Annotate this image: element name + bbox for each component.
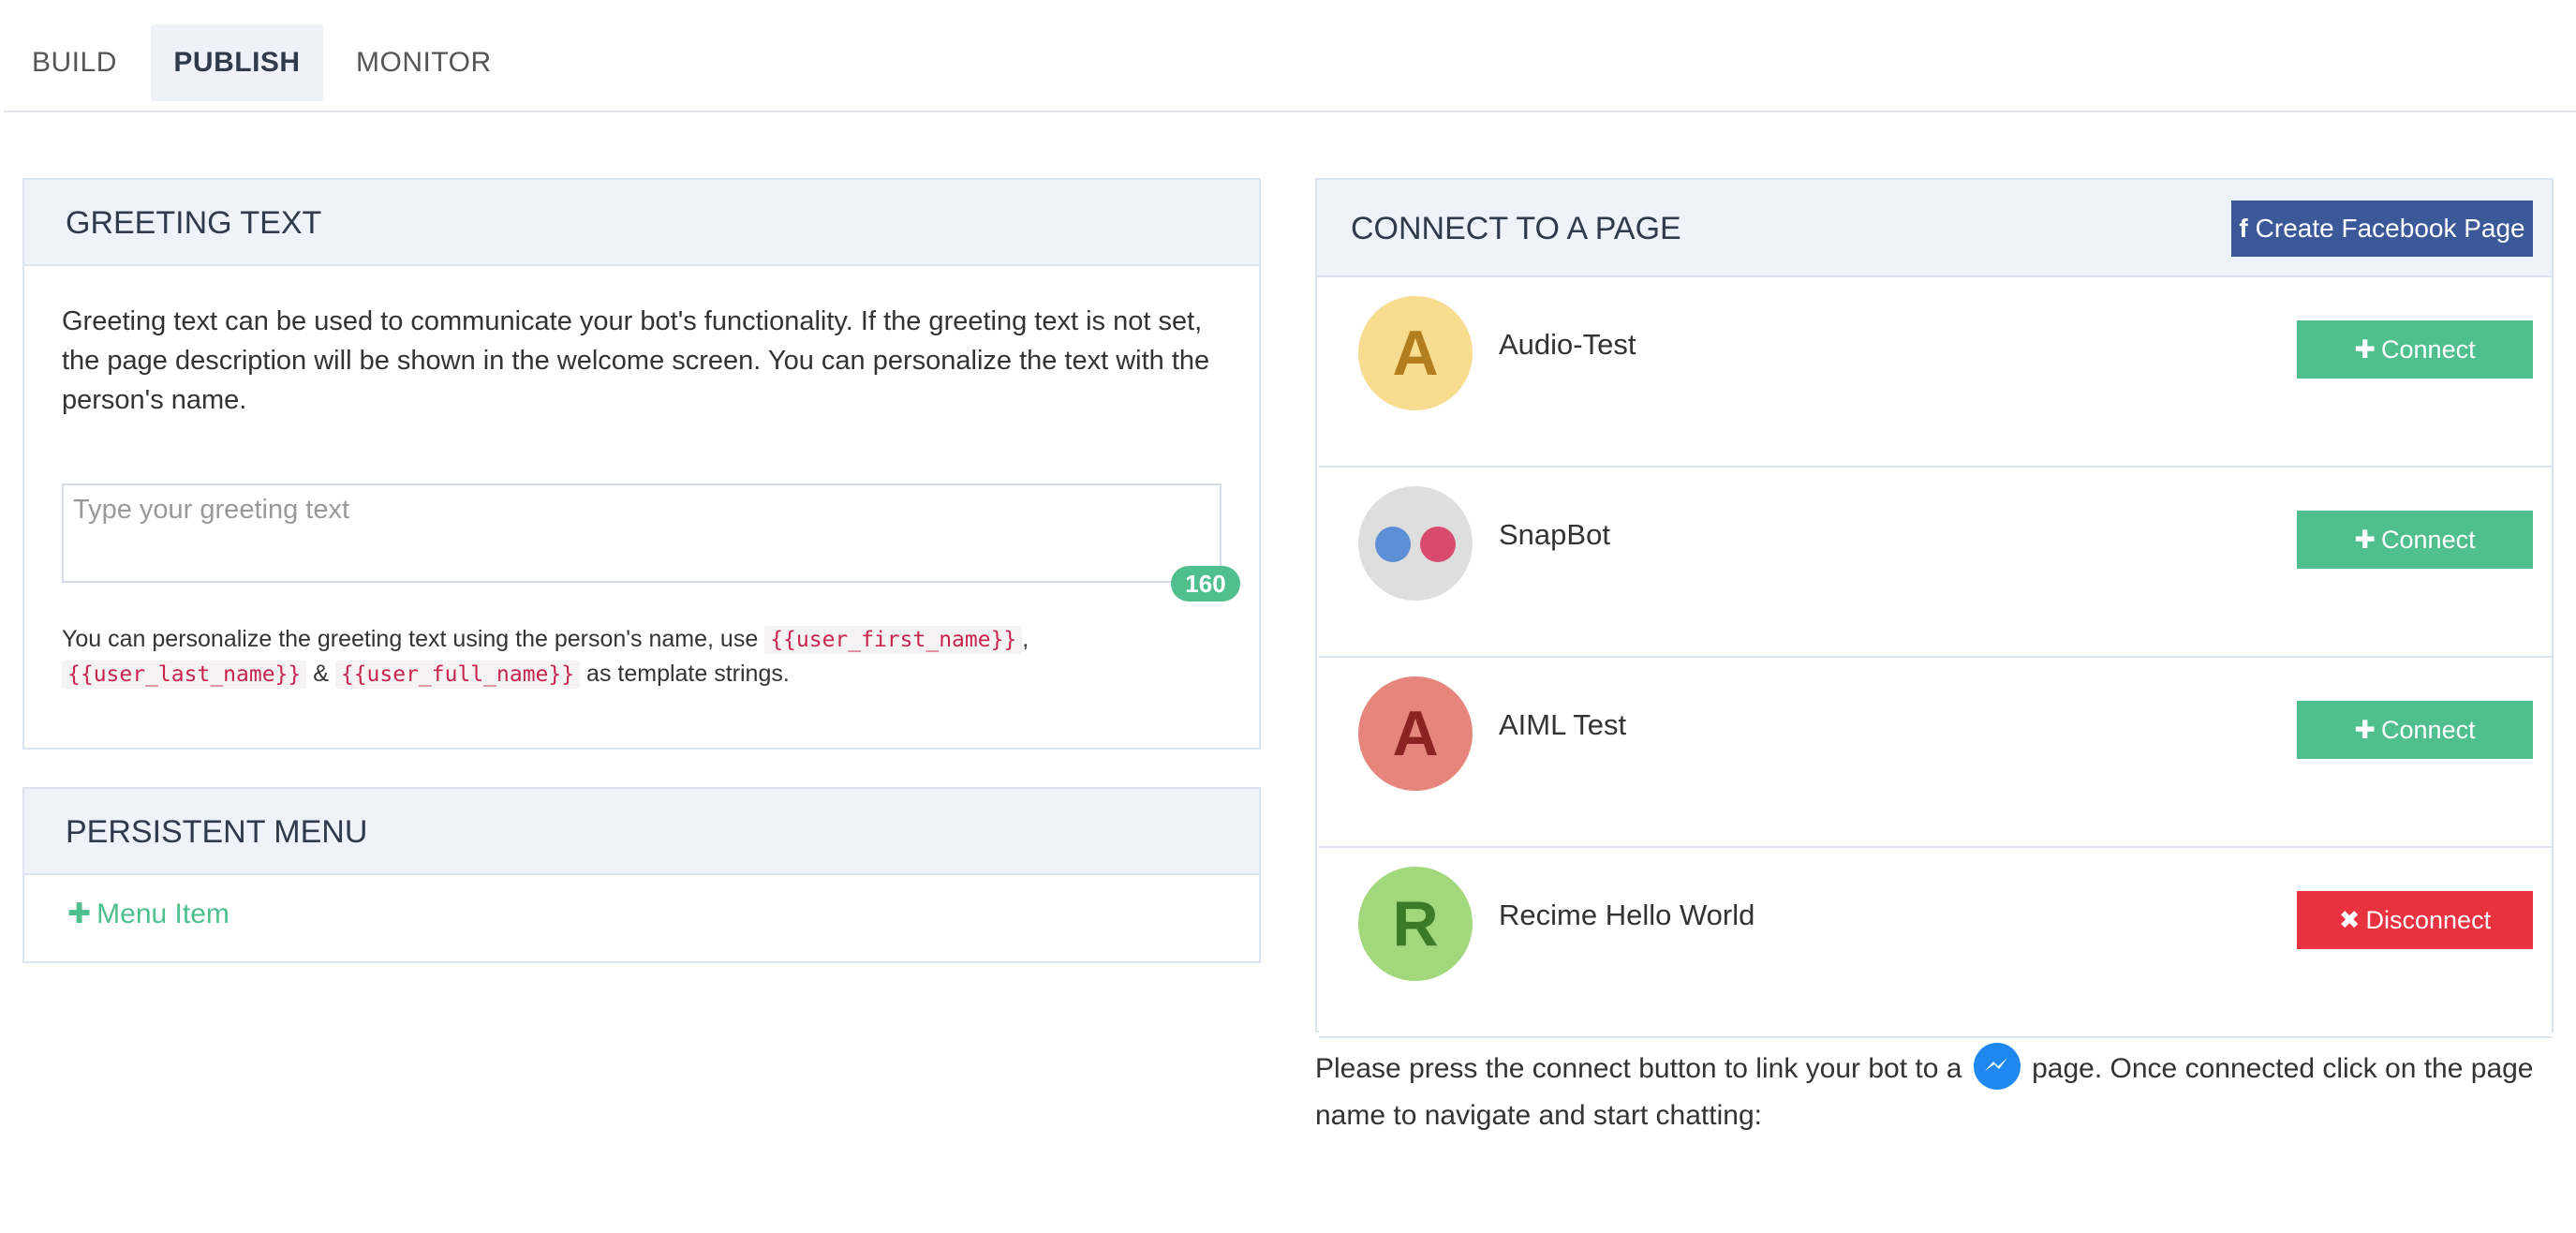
persistent-menu-title: PERSISTENT MENU <box>24 789 1259 875</box>
create-facebook-page-button[interactable]: f Create Facebook Page <box>2231 201 2533 257</box>
help-prefix: You can personalize the greeting text us… <box>62 626 759 652</box>
plus-icon: ✚ <box>2354 526 2376 554</box>
top-nav: BUILD PUBLISH MONITOR <box>4 0 2576 112</box>
help-suffix: as template strings. <box>586 661 790 687</box>
close-icon: ✖ <box>2338 906 2361 934</box>
page-avatar: A <box>1358 676 1473 791</box>
note-before: Please press the connect button to link … <box>1315 1053 1962 1084</box>
add-menu-item-label: Menu Item <box>96 899 229 929</box>
page-name[interactable]: Audio-Test <box>1499 328 1636 362</box>
connect-page-title: CONNECT TO A PAGE <box>1351 211 1681 246</box>
page-name[interactable]: SnapBot <box>1499 518 1610 552</box>
help-ampersand: & <box>313 661 329 687</box>
connect-button-label: Connect <box>2381 716 2476 744</box>
disconnect-button-label: Disconnect <box>2365 906 2492 934</box>
disconnect-button[interactable]: ✖ Disconnect <box>2297 891 2533 949</box>
connect-button-label: Connect <box>2381 335 2476 364</box>
greeting-description: Greeting text can be used to communicate… <box>62 306 1210 415</box>
greeting-text-input[interactable] <box>62 483 1221 583</box>
tab-build[interactable]: BUILD <box>32 24 117 101</box>
greeting-help-text: You can personalize the greeting text us… <box>62 622 1242 691</box>
page-name[interactable]: AIML Test <box>1499 708 1626 742</box>
connect-button[interactable]: ✚ Connect <box>2297 511 2533 569</box>
template-full-name: {{user_full_name}} <box>334 661 581 689</box>
page-avatar: A <box>1358 296 1473 410</box>
page-row-snapbot: SnapBot ✚ Connect <box>1319 468 2552 658</box>
page-row-recime-hello-world: R Recime Hello World ✖ Disconnect <box>1319 848 2552 1038</box>
help-comma: , <box>1022 626 1029 652</box>
connect-button[interactable]: ✚ Connect <box>2297 320 2533 379</box>
page-avatar <box>1358 486 1473 601</box>
page-avatar: R <box>1358 867 1473 981</box>
page-row-audio-test: A Audio-Test ✚ Connect <box>1319 277 2552 468</box>
template-last-name: {{user_last_name}} <box>62 661 307 689</box>
avatar-blue-dot <box>1375 527 1411 562</box>
greeting-text-title: GREETING TEXT <box>24 180 1259 266</box>
connect-button-label: Connect <box>2381 526 2476 554</box>
add-menu-item-button[interactable]: ✚ Menu Item <box>67 898 229 930</box>
facebook-icon: f <box>2239 214 2248 243</box>
connect-page-panel: CONNECT TO A PAGE f Create Facebook Page … <box>1315 178 2554 1038</box>
create-facebook-page-label: Create Facebook Page <box>2255 214 2525 243</box>
page-name[interactable]: Recime Hello World <box>1499 899 1754 932</box>
tab-monitor[interactable]: MONITOR <box>356 24 492 101</box>
template-first-name: {{user_first_name}} <box>764 626 1023 654</box>
connect-instructions: Please press the connect button to link … <box>1315 1043 2552 1139</box>
connect-button[interactable]: ✚ Connect <box>2297 701 2533 759</box>
persistent-menu-panel: PERSISTENT MENU ✚ Menu Item <box>22 787 1261 963</box>
page-row-aiml-test: A AIML Test ✚ Connect <box>1319 658 2552 848</box>
tab-publish[interactable]: PUBLISH <box>151 24 323 101</box>
plus-icon: ✚ <box>2354 716 2376 744</box>
avatar-pink-dot <box>1420 527 1456 562</box>
plus-icon: ✚ <box>2354 335 2376 364</box>
char-counter-badge: 160 <box>1171 566 1240 602</box>
plus-icon: ✚ <box>67 899 92 929</box>
greeting-text-panel: GREETING TEXT Greeting text can be used … <box>22 178 1261 750</box>
messenger-icon <box>1973 1043 2021 1091</box>
connect-page-header: CONNECT TO A PAGE f Create Facebook Page <box>1317 180 2552 277</box>
